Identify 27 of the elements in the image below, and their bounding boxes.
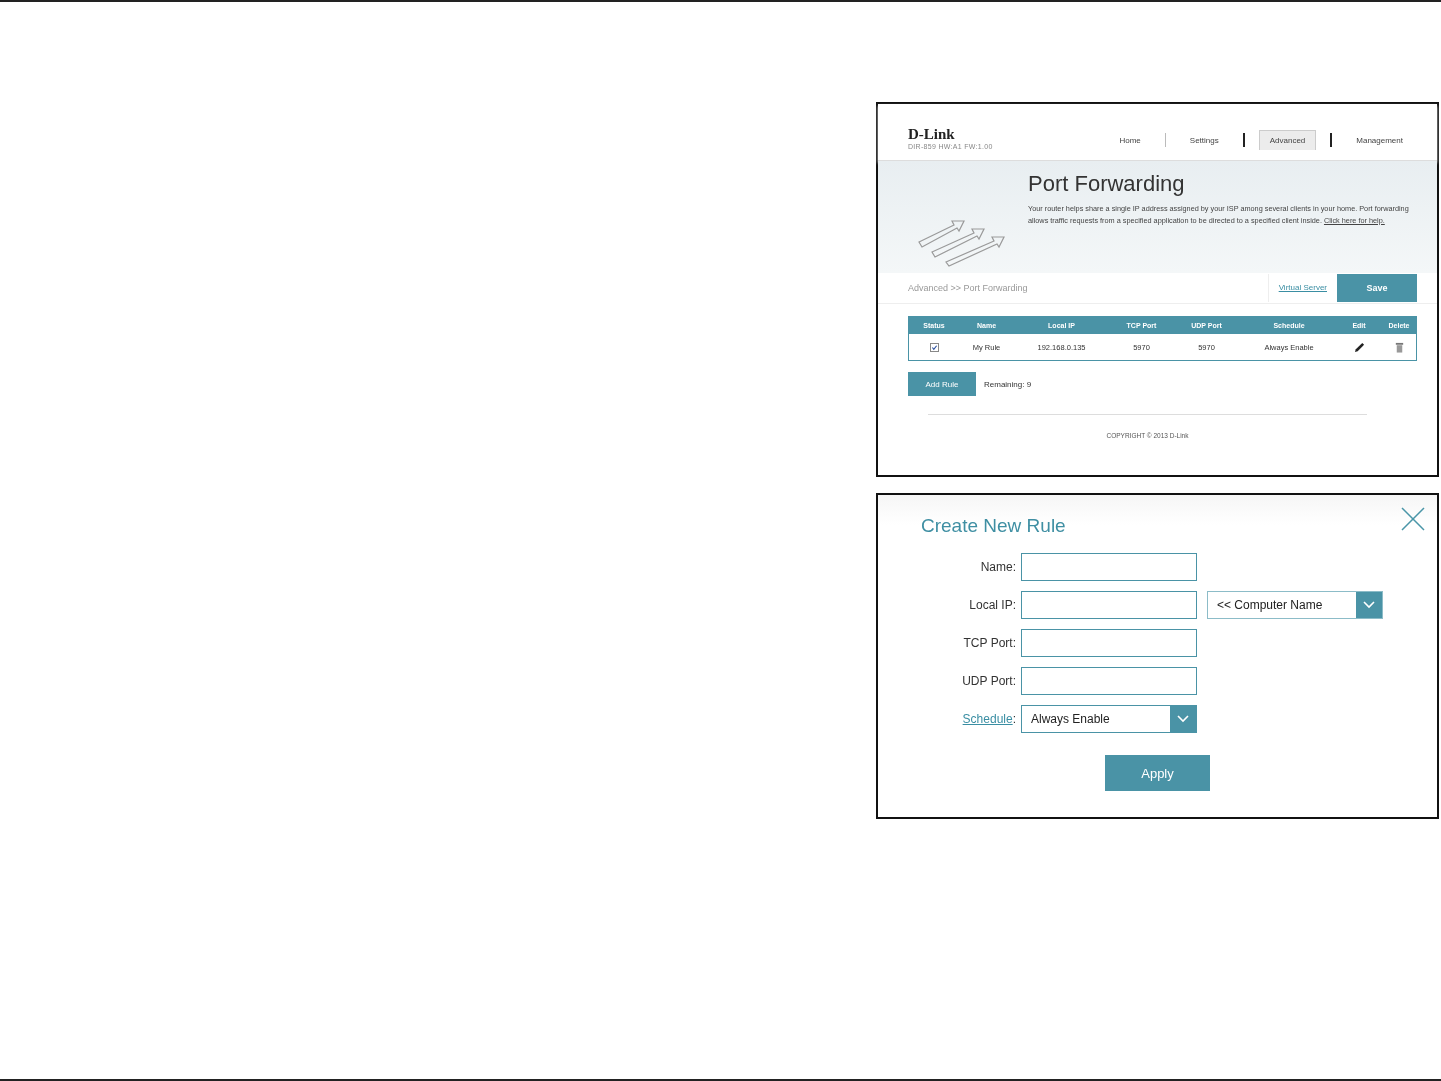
breadcrumb: Advanced >> Port Forwarding	[908, 283, 1029, 293]
input-field[interactable]	[1021, 629, 1197, 657]
field-label: UDP Port:	[961, 674, 1017, 688]
field-label: Name:	[979, 560, 1017, 574]
nav-tab[interactable]: Management	[1346, 130, 1413, 150]
nav-tab[interactable]: Settings	[1179, 130, 1229, 150]
pencil-icon[interactable]	[1353, 341, 1365, 353]
schedule-dropdown[interactable]: Always Enable	[1021, 705, 1197, 733]
input-field[interactable]	[1021, 591, 1197, 619]
nav-tab[interactable]: Advanced	[1258, 130, 1317, 150]
computer-name-dropdown[interactable]: << Computer Name	[1207, 591, 1383, 619]
field-label: TCP Port:	[962, 636, 1017, 650]
dialog-title: Create New Rule	[921, 515, 1066, 537]
input-field[interactable]	[1021, 553, 1197, 581]
schedule-link[interactable]: Schedule	[962, 712, 1013, 726]
input-field[interactable]	[1021, 667, 1197, 695]
label-colon: :	[1012, 712, 1016, 726]
nav-tab[interactable]: Home	[1109, 130, 1151, 150]
status-checkbox[interactable]	[929, 342, 939, 352]
remaining-count: Remaining: 9	[984, 379, 1032, 389]
brand-logo: D-Link	[908, 126, 956, 143]
close-icon[interactable]	[1401, 507, 1425, 531]
field-label: Local IP:	[968, 598, 1017, 612]
chevron-down-icon[interactable]	[1177, 715, 1189, 723]
page-title: Port Forwarding	[1028, 171, 1186, 197]
chevron-down-icon[interactable]	[1363, 601, 1375, 609]
trash-icon[interactable]	[1393, 341, 1405, 353]
